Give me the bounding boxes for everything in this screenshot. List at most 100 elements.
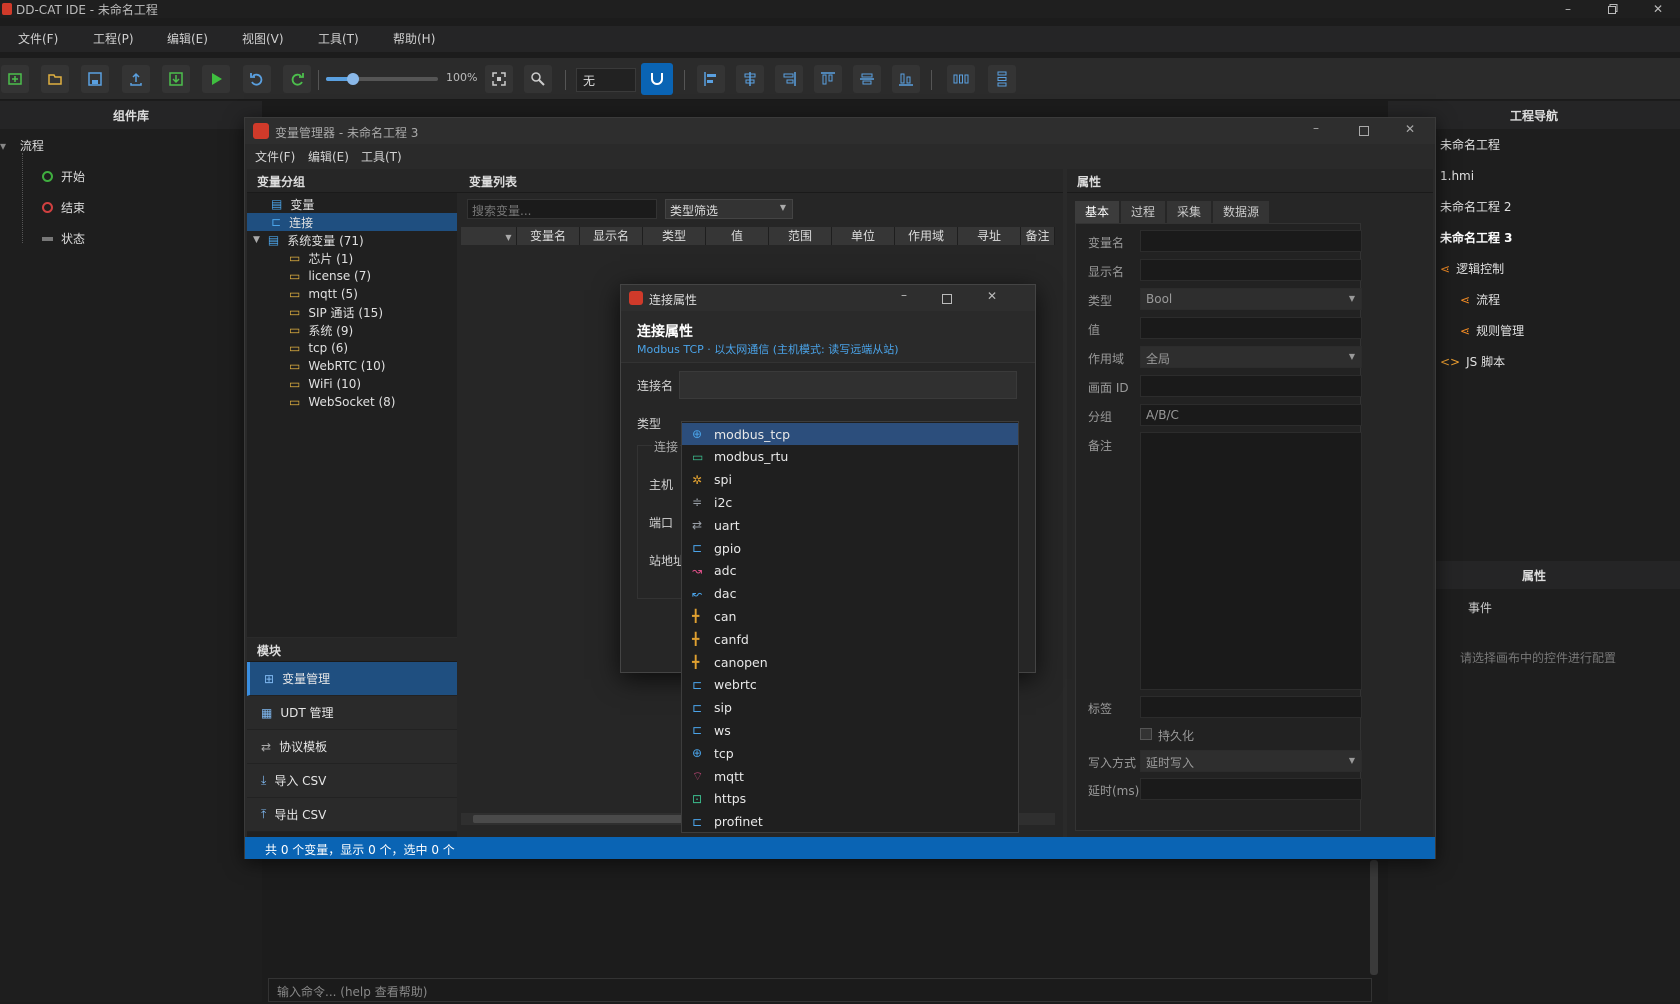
upload-icon[interactable]: [122, 65, 150, 93]
dropdown-option-uart[interactable]: ⇄ uart: [682, 514, 1018, 536]
group-item[interactable]: ▭ mqtt (5): [247, 285, 465, 303]
download-icon[interactable]: [162, 65, 190, 93]
vm-menu-edit[interactable]: 编辑(E): [308, 148, 349, 165]
write-mode-select[interactable]: 延时写入 ▼: [1140, 750, 1362, 772]
align-center-h-icon[interactable]: [736, 65, 764, 93]
vm-maximize-icon[interactable]: [1359, 126, 1369, 136]
value-input[interactable]: [1140, 317, 1362, 339]
menu-view[interactable]: 视图(V): [242, 30, 284, 47]
dropdown-option-can[interactable]: ╋ can: [682, 605, 1018, 627]
redo-icon[interactable]: [283, 65, 311, 93]
dropdown-option-webrtc[interactable]: ⊏ webrtc: [682, 674, 1018, 696]
col-scope[interactable]: 作用域: [895, 227, 958, 245]
tab-collect[interactable]: 采集: [1167, 201, 1211, 223]
new-project-icon[interactable]: [1, 65, 29, 93]
module-export-csv[interactable]: ⤒ 导出 CSV: [247, 798, 465, 832]
component-start[interactable]: 开始: [42, 168, 85, 185]
group-item[interactable]: ▭ WebSocket (8): [247, 393, 465, 411]
nav-item-logic[interactable]: ⋖ 逻辑控制: [1440, 253, 1680, 284]
tree-root-flow[interactable]: ▾ 流程: [0, 137, 44, 154]
save-icon[interactable]: [81, 65, 109, 93]
component-state[interactable]: 状态: [42, 230, 85, 247]
dropdown-option-dac[interactable]: ↜ dac: [682, 583, 1018, 605]
tag-input[interactable]: [1140, 696, 1362, 718]
vm-menu-tools[interactable]: 工具(T): [361, 148, 402, 165]
align-top-icon[interactable]: [814, 65, 842, 93]
dialog-close-icon[interactable]: ✕: [987, 289, 997, 303]
zoom-slider[interactable]: [326, 73, 438, 85]
menu-project[interactable]: 工程(P): [93, 30, 134, 47]
vm-minimize-icon[interactable]: –: [1313, 121, 1319, 135]
variable-search-input[interactable]: 搜索变量...: [467, 199, 657, 219]
screen-id-input[interactable]: [1140, 375, 1362, 397]
group-item[interactable]: ▭ 芯片 (1): [247, 249, 465, 267]
close-icon[interactable]: ✕: [1635, 0, 1680, 18]
tab-process[interactable]: 过程: [1121, 201, 1165, 223]
group-item[interactable]: ▭ SIP 通话 (15): [247, 303, 465, 321]
dropdown-option-ws[interactable]: ⊏ ws: [682, 719, 1018, 741]
command-input[interactable]: 输入命令... (help 查看帮助): [268, 978, 1372, 1002]
var-name-input[interactable]: [1140, 230, 1362, 252]
distribute-v-icon[interactable]: [988, 65, 1016, 93]
dropdown-option-https[interactable]: ⊡ https: [682, 788, 1018, 810]
vm-menu-file[interactable]: 文件(F): [255, 148, 295, 165]
restore-icon[interactable]: [1590, 0, 1636, 18]
nav-item-hmi[interactable]: 1.hmi: [1440, 160, 1680, 191]
magnet-icon[interactable]: [641, 63, 673, 95]
component-end[interactable]: 结束: [42, 199, 85, 216]
dropdown-option-gpio[interactable]: ⊏ gpio: [682, 537, 1018, 559]
dialog-maximize-icon[interactable]: [942, 294, 952, 304]
align-left-icon[interactable]: [697, 65, 725, 93]
display-name-input[interactable]: [1140, 259, 1362, 281]
dropdown-option-spi[interactable]: ✲ spi: [682, 469, 1018, 491]
nav-item-project-3[interactable]: 未命名工程 3: [1440, 222, 1680, 253]
dropdown-option-mqtt[interactable]: ⌔ mqtt: [682, 765, 1018, 787]
type-filter-select[interactable]: 类型筛选 ▼: [665, 199, 793, 219]
connection-name-input[interactable]: [679, 371, 1017, 399]
undo-icon[interactable]: [243, 65, 271, 93]
group-input[interactable]: A/B/C: [1140, 404, 1362, 426]
menu-file[interactable]: 文件(F): [18, 30, 58, 47]
zoom-search-icon[interactable]: [524, 65, 552, 93]
distribute-h-icon[interactable]: [947, 65, 975, 93]
dropdown-option-adc[interactable]: ↝ adc: [682, 560, 1018, 582]
align-middle-icon[interactable]: [853, 65, 881, 93]
nav-item-project-2[interactable]: 未命名工程 2: [1440, 191, 1680, 222]
scope-select[interactable]: 全局 ▼: [1140, 346, 1362, 368]
module-variable-manage[interactable]: ⊞ 变量管理: [247, 662, 465, 696]
canvas-scrollbar[interactable]: [1370, 860, 1378, 975]
col-type[interactable]: 类型: [643, 227, 706, 245]
group-variable[interactable]: ▤ 变量: [247, 195, 465, 213]
dropdown-option-canopen[interactable]: ╋ canopen: [682, 651, 1018, 673]
fit-screen-icon[interactable]: [485, 65, 513, 93]
dropdown-option-tcp[interactable]: ⊕ tcp: [682, 742, 1018, 764]
minimize-icon[interactable]: –: [1545, 0, 1591, 18]
tab-events[interactable]: 事件: [1468, 599, 1492, 616]
nav-item-js[interactable]: <> JS 脚本: [1440, 346, 1680, 377]
group-item[interactable]: ▭ WiFi (10): [247, 375, 465, 393]
run-icon[interactable]: [202, 65, 230, 93]
tab-basic[interactable]: 基本: [1075, 201, 1119, 223]
col-sort[interactable]: ▼: [461, 227, 517, 245]
nav-item-rules[interactable]: ⋖ 规则管理: [1440, 315, 1680, 346]
group-item[interactable]: ▭ tcp (6): [247, 339, 465, 357]
dialog-minimize-icon[interactable]: –: [901, 288, 907, 302]
dropdown-option-sip[interactable]: ⊏ sip: [682, 697, 1018, 719]
remark-textarea[interactable]: [1140, 432, 1362, 690]
open-folder-icon[interactable]: [41, 65, 69, 93]
menu-help[interactable]: 帮助(H): [393, 30, 435, 47]
dropdown-option-i2c[interactable]: ≑ i2c: [682, 491, 1018, 513]
module-import-csv[interactable]: ⤓ 导入 CSV: [247, 764, 465, 798]
col-remark[interactable]: 备注: [1021, 227, 1055, 245]
group-connection[interactable]: ⊏ 连接: [247, 213, 465, 231]
delay-input[interactable]: [1140, 778, 1362, 800]
dropdown-option-profinet[interactable]: ⊏ profinet: [682, 811, 1018, 833]
col-name[interactable]: 变量名: [517, 227, 580, 245]
group-system-vars[interactable]: ▼ ▤ 系统变量 (71): [247, 231, 465, 249]
dropdown-option-canfd[interactable]: ╋ canfd: [682, 628, 1018, 650]
col-unit[interactable]: 单位: [832, 227, 895, 245]
menu-edit[interactable]: 编辑(E): [167, 30, 208, 47]
dropdown-option-modbus-rtu[interactable]: ▭ modbus_rtu: [682, 446, 1018, 468]
nav-item-flow[interactable]: ⋖ 流程: [1440, 284, 1680, 315]
group-item[interactable]: ▭ 系统 (9): [247, 321, 465, 339]
